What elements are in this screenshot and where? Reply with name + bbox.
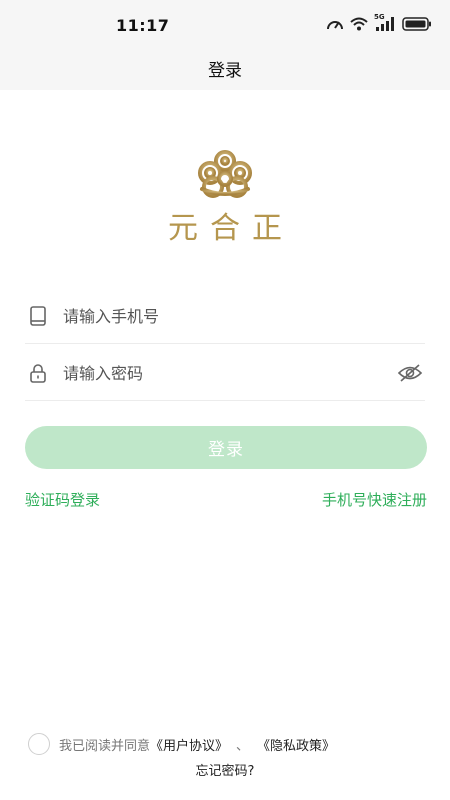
forgot-password-link[interactable]: 忘记密码? [0, 760, 450, 779]
phone-field [25, 288, 425, 344]
status-icons: 5G [326, 13, 432, 32]
user-agreement-link[interactable]: 《用户协议》 [150, 735, 228, 754]
agreement-checkbox[interactable] [28, 733, 50, 755]
password-field [25, 345, 425, 401]
battery-icon [402, 17, 431, 31]
speed-icon [327, 21, 343, 30]
agreement-row: 我已阅读并同意 《用户协议》 、 《隐私政策》 [28, 733, 335, 755]
password-input[interactable] [63, 359, 363, 387]
status-time: 11:17 [116, 16, 170, 35]
nav-bar: 登录 [0, 50, 450, 90]
quick-register-link[interactable]: 手机号快速注册 [322, 489, 427, 510]
status-bar: 11:17 5G [0, 0, 450, 50]
lock-icon [30, 364, 46, 383]
privacy-policy-link[interactable]: 《隐私政策》 [257, 735, 335, 754]
page-title: 登录 [208, 61, 242, 81]
sms-login-link[interactable]: 验证码登录 [25, 489, 100, 510]
eye-off-icon[interactable] [397, 363, 423, 383]
phone-input[interactable] [63, 302, 363, 330]
wifi-icon [350, 17, 368, 31]
login-button[interactable]: 登录 [25, 426, 427, 469]
agreement-text: 我已阅读并同意 [59, 738, 151, 754]
phone-icon [30, 306, 46, 326]
agreement-separator: 、 [236, 738, 250, 754]
brand-name: 元合正 [168, 211, 294, 246]
signal-icon: 5G [374, 13, 396, 32]
